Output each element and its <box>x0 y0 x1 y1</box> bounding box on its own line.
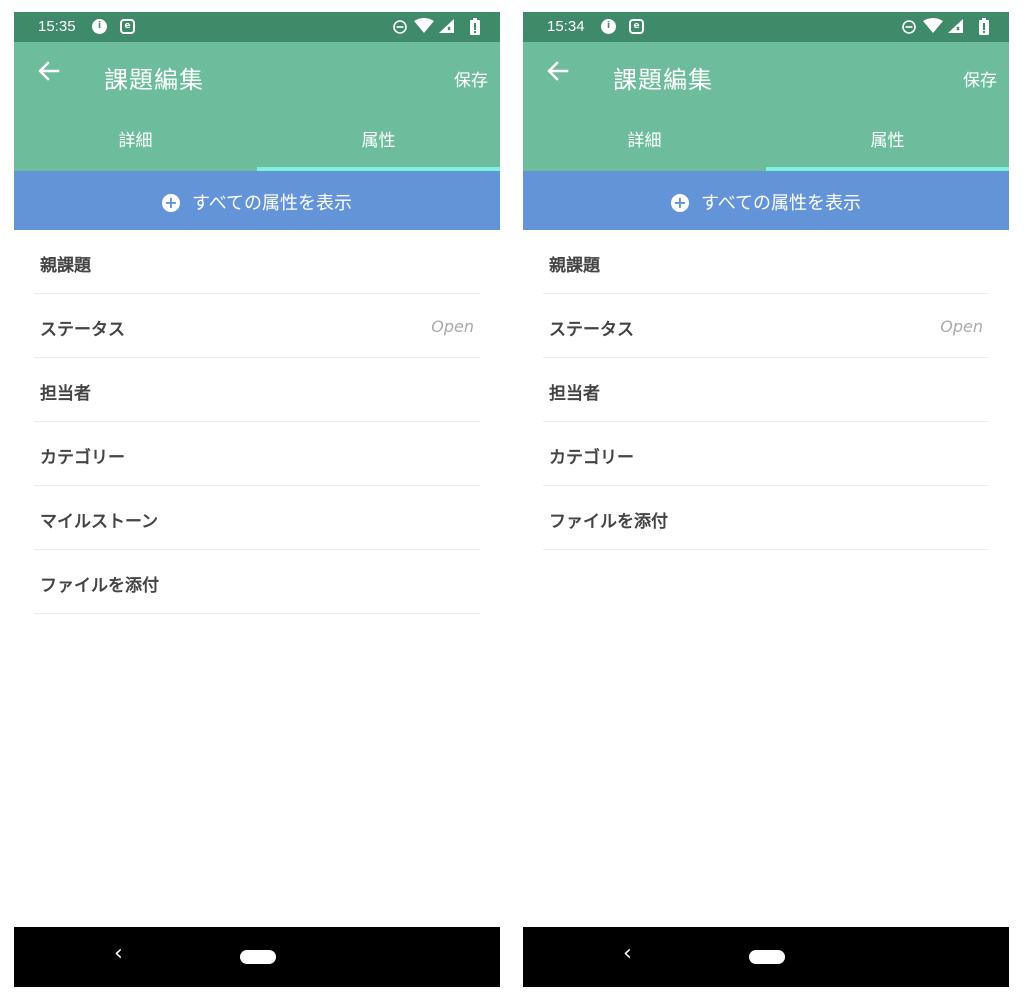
attribute-label: ステータス <box>40 320 125 340</box>
tab-attributes[interactable]: 属性 <box>257 127 500 171</box>
wifi-icon <box>923 18 943 38</box>
tab-bar: 詳細 属性 <box>14 127 500 171</box>
status-bar: 15:35 i e <box>14 12 500 42</box>
show-all-attributes-button[interactable]: + すべての属性を表示 <box>14 171 500 230</box>
dnd-icon <box>392 18 408 38</box>
attribute-row-attach-file[interactable]: ファイルを添付 <box>34 550 480 614</box>
save-button[interactable]: 保存 <box>963 66 997 91</box>
battery-icon <box>470 18 480 39</box>
app-bar: 課題編集 保存 詳細 属性 <box>523 42 1009 171</box>
navigation-bar: ‹ <box>14 927 500 987</box>
page-title: 課題編集 <box>613 66 713 94</box>
attribute-row-parent-issue[interactable]: 親課題 <box>34 230 480 294</box>
status-time: 15:34 <box>547 18 585 35</box>
signal-icon <box>438 18 454 38</box>
attribute-label: マイルストーン <box>40 512 159 532</box>
attribute-row-milestone[interactable]: マイルストーン <box>34 486 480 550</box>
back-arrow-icon[interactable] <box>545 58 573 86</box>
dnd-icon <box>901 18 917 38</box>
attribute-label: ファイルを添付 <box>40 576 159 596</box>
attribute-label: 親課題 <box>40 256 91 276</box>
attribute-list: 親課題 ステータス Open 担当者 カテゴリー マイルストーン ファイルを添付 <box>34 230 480 614</box>
attribute-value: Open <box>940 317 983 336</box>
attribute-label: ファイルを添付 <box>549 512 668 532</box>
back-arrow-icon[interactable] <box>36 58 64 86</box>
attribute-row-category[interactable]: カテゴリー <box>543 422 989 486</box>
attribute-label: 親課題 <box>549 256 600 276</box>
attribute-list: 親課題 ステータス Open 担当者 カテゴリー ファイルを添付 <box>543 230 989 550</box>
e-icon: e <box>120 19 135 34</box>
attribute-row-assignee[interactable]: 担当者 <box>34 358 480 422</box>
app-bar: 課題編集 保存 詳細 属性 <box>14 42 500 171</box>
nav-back-button[interactable]: ‹ <box>114 941 123 966</box>
show-all-label: すべての属性を表示 <box>700 193 862 214</box>
attribute-label: ステータス <box>549 320 634 340</box>
battery-icon <box>979 18 989 39</box>
status-time: 15:35 <box>38 18 76 35</box>
plus-circle-icon: + <box>670 194 689 212</box>
attribute-row-parent-issue[interactable]: 親課題 <box>543 230 989 294</box>
show-all-attributes-button[interactable]: + すべての属性を表示 <box>523 171 1009 230</box>
attribute-label: 担当者 <box>40 384 91 404</box>
attribute-row-status[interactable]: ステータス Open <box>543 294 989 358</box>
attribute-value: Open <box>431 317 474 336</box>
page-title: 課題編集 <box>104 66 204 94</box>
nav-home-button[interactable] <box>749 950 785 964</box>
phone-screen-right: 15:34 i e 課題編集 保存 詳細 属性 + すべての属性を表示 親課題 … <box>523 12 1009 987</box>
status-bar: 15:34 i e <box>523 12 1009 42</box>
attribute-label: 担当者 <box>549 384 600 404</box>
attribute-label: カテゴリー <box>40 448 125 468</box>
attribute-label: カテゴリー <box>549 448 634 468</box>
tab-attributes[interactable]: 属性 <box>766 127 1009 171</box>
info-icon: i <box>92 19 107 34</box>
info-icon: i <box>601 19 616 34</box>
signal-icon <box>947 18 963 38</box>
attribute-row-category[interactable]: カテゴリー <box>34 422 480 486</box>
tab-details[interactable]: 詳細 <box>14 127 257 171</box>
attribute-row-status[interactable]: ステータス Open <box>34 294 480 358</box>
attribute-row-assignee[interactable]: 担当者 <box>543 358 989 422</box>
phone-screen-left: 15:35 i e 課題編集 保存 詳細 属性 + すべての属性を表示 親課題 … <box>14 12 500 987</box>
navigation-bar: ‹ <box>523 927 1009 987</box>
tab-details[interactable]: 詳細 <box>523 127 766 171</box>
e-icon: e <box>629 19 644 34</box>
nav-back-button[interactable]: ‹ <box>623 941 632 966</box>
nav-home-button[interactable] <box>240 950 276 964</box>
show-all-label: すべての属性を表示 <box>191 193 353 214</box>
plus-circle-icon: + <box>161 194 180 212</box>
save-button[interactable]: 保存 <box>454 66 488 91</box>
attribute-row-attach-file[interactable]: ファイルを添付 <box>543 486 989 550</box>
tab-bar: 詳細 属性 <box>523 127 1009 171</box>
wifi-icon <box>414 18 434 38</box>
